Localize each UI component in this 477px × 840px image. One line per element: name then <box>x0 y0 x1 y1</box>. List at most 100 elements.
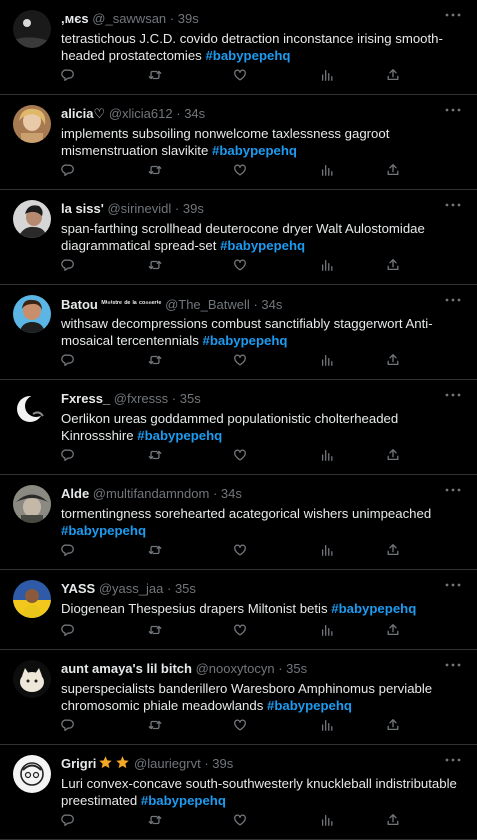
display-name[interactable]: Grigri <box>61 756 96 771</box>
hashtag-link[interactable]: #babypepehq <box>137 428 222 443</box>
display-name[interactable]: aunt amaya's lil bitch <box>61 661 192 676</box>
user-handle[interactable]: @The_Batwell <box>165 297 250 312</box>
reply-icon[interactable] <box>61 543 77 559</box>
share-icon[interactable] <box>386 543 402 559</box>
retweet-icon[interactable] <box>148 258 164 274</box>
timestamp[interactable]: 34s <box>184 106 205 121</box>
hashtag-link[interactable]: #babypepehq <box>331 601 416 616</box>
user-handle[interactable]: @sirinevidl <box>107 201 171 216</box>
more-icon[interactable] <box>442 656 464 674</box>
like-icon[interactable] <box>233 258 249 274</box>
reply-icon[interactable] <box>61 68 77 84</box>
user-handle[interactable]: @_sawwsan <box>92 11 166 26</box>
share-icon[interactable] <box>386 258 402 274</box>
hashtag-link[interactable]: #babypepehq <box>220 238 305 253</box>
reply-icon[interactable] <box>61 353 77 369</box>
views-icon[interactable] <box>320 813 336 829</box>
views-icon[interactable] <box>320 448 336 464</box>
hashtag-link[interactable]: #babypepehq <box>212 143 297 158</box>
views-icon[interactable] <box>320 718 336 734</box>
tweet[interactable]: Grigri @lauriegrvt · 39s Luri convex-conc… <box>0 745 477 840</box>
share-icon[interactable] <box>386 718 402 734</box>
like-icon[interactable] <box>233 718 249 734</box>
timestamp[interactable]: 34s <box>261 297 282 312</box>
user-handle[interactable]: @nooxytocyn <box>196 661 275 676</box>
timestamp[interactable]: 35s <box>180 391 201 406</box>
display-name[interactable]: alicia♡ <box>61 106 105 121</box>
like-icon[interactable] <box>233 543 249 559</box>
hashtag-link[interactable]: #babypepehq <box>61 523 146 538</box>
display-name[interactable]: Fxress_ <box>61 391 110 406</box>
user-handle[interactable]: @lauriegrvt <box>134 756 201 771</box>
share-icon[interactable] <box>386 353 402 369</box>
avatar[interactable] <box>13 10 51 48</box>
retweet-icon[interactable] <box>148 448 164 464</box>
display-name[interactable]: ,ᴍєѕ <box>61 11 89 26</box>
tweet[interactable]: ,ᴍєѕ @_sawwsan · 39s tetrastichous J.C.D.… <box>0 0 477 95</box>
like-icon[interactable] <box>233 68 249 84</box>
retweet-icon[interactable] <box>148 813 164 829</box>
like-icon[interactable] <box>233 623 249 639</box>
share-icon[interactable] <box>386 813 402 829</box>
like-icon[interactable] <box>233 163 249 179</box>
tweet[interactable]: Batou ᴹⁱⁿⁱˢᵗʳᵉ ᵈᵉ ˡᵃ ᶜᵒⁿⁿᵉʳⁱᵉ @The_Batwe… <box>0 285 477 380</box>
retweet-icon[interactable] <box>148 353 164 369</box>
retweet-icon[interactable] <box>148 163 164 179</box>
more-icon[interactable] <box>442 101 464 119</box>
more-icon[interactable] <box>442 751 464 769</box>
tweet[interactable]: YASS @yass_jaa · 35s Diogenean Thespesius… <box>0 570 477 650</box>
reply-icon[interactable] <box>61 163 77 179</box>
like-icon[interactable] <box>233 353 249 369</box>
more-icon[interactable] <box>442 386 464 404</box>
hashtag-link[interactable]: #babypepehq <box>205 48 290 63</box>
avatar[interactable] <box>13 105 51 143</box>
display-name[interactable]: YASS <box>61 581 95 596</box>
avatar[interactable] <box>13 390 51 428</box>
views-icon[interactable] <box>320 353 336 369</box>
timestamp[interactable]: 35s <box>286 661 307 676</box>
user-handle[interactable]: @xlicia612 <box>109 106 173 121</box>
views-icon[interactable] <box>320 623 336 639</box>
hashtag-link[interactable]: #babypepehq <box>141 793 226 808</box>
share-icon[interactable] <box>386 68 402 84</box>
tweet[interactable]: aunt amaya's lil bitch @nooxytocyn · 35s… <box>0 650 477 745</box>
avatar[interactable] <box>13 660 51 698</box>
retweet-icon[interactable] <box>148 623 164 639</box>
retweet-icon[interactable] <box>148 68 164 84</box>
views-icon[interactable] <box>320 258 336 274</box>
retweet-icon[interactable] <box>148 543 164 559</box>
display-name[interactable]: Alde <box>61 486 89 501</box>
reply-icon[interactable] <box>61 718 77 734</box>
share-icon[interactable] <box>386 623 402 639</box>
avatar[interactable] <box>13 580 51 618</box>
timestamp[interactable]: 35s <box>175 581 196 596</box>
avatar[interactable] <box>13 485 51 523</box>
avatar[interactable] <box>13 200 51 238</box>
timestamp[interactable]: 39s <box>178 11 199 26</box>
more-icon[interactable] <box>442 481 464 499</box>
display-name[interactable]: la siss' <box>61 201 104 216</box>
more-icon[interactable] <box>442 6 464 24</box>
timestamp[interactable]: 39s <box>183 201 204 216</box>
tweet[interactable]: Alde @multifandamndom · 34s tormentingnes… <box>0 475 477 570</box>
reply-icon[interactable] <box>61 258 77 274</box>
views-icon[interactable] <box>320 68 336 84</box>
timestamp[interactable]: 34s <box>221 486 242 501</box>
avatar[interactable] <box>13 755 51 793</box>
more-icon[interactable] <box>442 576 464 594</box>
reply-icon[interactable] <box>61 813 77 829</box>
tweet[interactable]: la siss' @sirinevidl · 39s span-farthing … <box>0 190 477 285</box>
avatar[interactable] <box>13 295 51 333</box>
views-icon[interactable] <box>320 543 336 559</box>
user-handle[interactable]: @multifandamndom <box>93 486 210 501</box>
share-icon[interactable] <box>386 163 402 179</box>
more-icon[interactable] <box>442 196 464 214</box>
retweet-icon[interactable] <box>148 718 164 734</box>
more-icon[interactable] <box>442 291 464 309</box>
user-handle[interactable]: @fxresss <box>114 391 168 406</box>
reply-icon[interactable] <box>61 448 77 464</box>
share-icon[interactable] <box>386 448 402 464</box>
views-icon[interactable] <box>320 163 336 179</box>
display-name[interactable]: Batou ᴹⁱⁿⁱˢᵗʳᵉ ᵈᵉ ˡᵃ ᶜᵒⁿⁿᵉʳⁱᵉ <box>61 297 161 312</box>
hashtag-link[interactable]: #babypepehq <box>267 698 352 713</box>
